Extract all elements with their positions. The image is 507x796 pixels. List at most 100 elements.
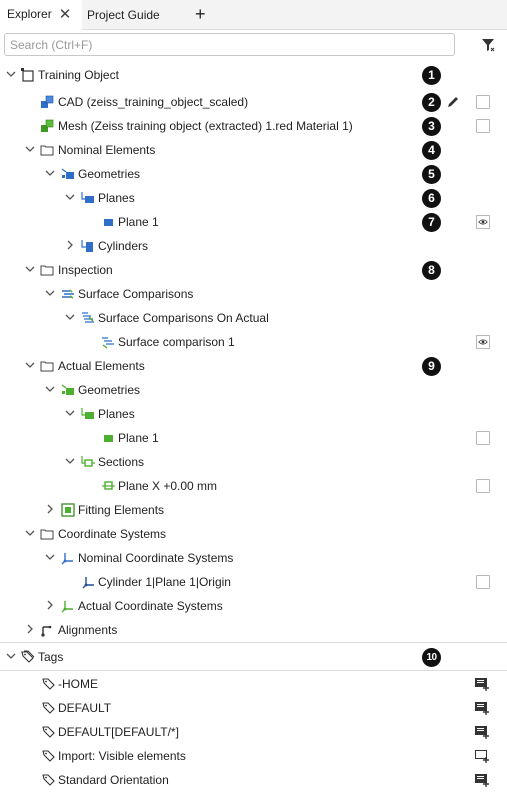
- tree-row-actual-elements[interactable]: Actual Elements 9: [0, 354, 507, 378]
- tree-row-actual-coordinate-systems[interactable]: Actual Coordinate Systems: [0, 594, 507, 618]
- tree-row-sections[interactable]: Sections: [0, 450, 507, 474]
- tag-row[interactable]: Standard Orientation: [0, 768, 507, 792]
- tree-label-alignments: Alignments: [58, 623, 118, 637]
- tree-row-actual-planes[interactable]: Planes: [0, 402, 507, 426]
- tag-row[interactable]: -HOME: [0, 672, 507, 696]
- tree-row-actual-plane-1[interactable]: Plane 1: [0, 426, 507, 450]
- chevron-right-icon[interactable]: [25, 624, 35, 634]
- tag-row[interactable]: DEFAULT[DEFAULT/*]: [0, 720, 507, 744]
- plane-icon: [104, 435, 113, 442]
- tree-label-nominal-geometries: Geometries: [78, 167, 141, 181]
- tree-label-sections: Sections: [98, 455, 145, 469]
- visibility-checkbox[interactable]: [476, 479, 490, 493]
- tab-project-guide-label: Project Guide: [87, 8, 160, 22]
- tree-row-nominal-plane-1[interactable]: Plane 1 7: [0, 210, 507, 234]
- tree-label-nominal-plane-1: Plane 1: [118, 215, 159, 229]
- tab-explorer[interactable]: Explorer ✕: [0, 0, 82, 30]
- tree-label-training-object: Training Object: [38, 68, 119, 82]
- section-icon: [102, 481, 115, 490]
- tab-project-guide[interactable]: Project Guide: [87, 0, 177, 30]
- tag-icon: [42, 726, 55, 738]
- filter-icon[interactable]: [481, 38, 495, 52]
- plane-icon: [104, 219, 113, 226]
- tree-row-mesh[interactable]: Mesh (Zeiss training object (extracted) …: [0, 114, 507, 138]
- surface-comparison-icon: [62, 289, 74, 299]
- alignment-icon: [41, 625, 52, 637]
- tree-row-cylinders[interactable]: Cylinders: [0, 234, 507, 258]
- tree-row-fitting-elements[interactable]: Fitting Elements: [0, 498, 507, 522]
- tag-assigned-icon[interactable]: [474, 701, 490, 715]
- pencil-icon[interactable]: [446, 95, 460, 109]
- chevron-down-icon[interactable]: [45, 288, 55, 298]
- visibility-checkbox[interactable]: [476, 431, 490, 445]
- visibility-checkbox[interactable]: [476, 95, 490, 109]
- tree-row-surface-comparisons-on-actual[interactable]: Surface Comparisons On Actual: [0, 306, 507, 330]
- tag-assigned-icon[interactable]: [474, 773, 490, 787]
- chevron-down-icon[interactable]: [25, 264, 35, 274]
- tree-row-inspection[interactable]: Inspection 8: [0, 258, 507, 282]
- tree-label-actual-coordinate-systems: Actual Coordinate Systems: [78, 599, 223, 613]
- tree-label-mesh: Mesh (Zeiss training object (extracted) …: [58, 119, 353, 133]
- folder-icon: [40, 529, 54, 540]
- tree-label-nominal-coordinate-systems: Nominal Coordinate Systems: [78, 551, 234, 565]
- chevron-down-icon[interactable]: [45, 168, 55, 178]
- tree-label-cylinders: Cylinders: [98, 239, 149, 253]
- tags-header-label: Tags: [38, 650, 64, 664]
- chevron-right-icon[interactable]: [65, 240, 75, 250]
- fitting-elements-icon: [61, 503, 75, 517]
- eye-icon[interactable]: [476, 215, 490, 229]
- tree-row-cylinder-origin[interactable]: Cylinder 1|Plane 1|Origin: [0, 570, 507, 594]
- tree-row-nominal-elements[interactable]: Nominal Elements 4: [0, 138, 507, 162]
- chevron-down-icon[interactable]: [25, 528, 35, 538]
- tags-header-row[interactable]: Tags 10: [0, 645, 507, 669]
- visibility-checkbox[interactable]: [476, 575, 490, 589]
- chevron-down-icon[interactable]: [65, 408, 75, 418]
- tags-divider: [0, 670, 507, 671]
- tree-row-surface-comparison-1[interactable]: Surface comparison 1: [0, 330, 507, 354]
- tab-explorer-label: Explorer: [7, 7, 52, 21]
- tree-label-actual-geometries: Geometries: [78, 383, 141, 397]
- chevron-down-icon[interactable]: [65, 192, 75, 202]
- chevron-right-icon[interactable]: [45, 600, 55, 610]
- chevron-down-icon[interactable]: [25, 360, 35, 370]
- surface-comparison-icon: [82, 312, 94, 323]
- chevron-right-icon[interactable]: [45, 504, 55, 514]
- tag-icon: [42, 702, 55, 714]
- tree-row-plane-x[interactable]: Plane X +0.00 mm: [0, 474, 507, 498]
- chevron-down-icon[interactable]: [6, 69, 16, 79]
- tree-label-inspection: Inspection: [58, 263, 113, 277]
- tag-assigned-icon[interactable]: [474, 725, 490, 739]
- tree-root-row[interactable]: Training Object 1: [0, 63, 507, 87]
- tag-assigned-icon[interactable]: [474, 677, 490, 691]
- geometries-icon: [61, 168, 74, 179]
- chevron-down-icon[interactable]: [45, 384, 55, 394]
- tree-row-surface-comparisons[interactable]: Surface Comparisons: [0, 282, 507, 306]
- tag-add-icon[interactable]: [474, 749, 490, 763]
- tree-row-alignments[interactable]: Alignments: [0, 618, 507, 642]
- sections-icon: [81, 456, 95, 467]
- tree-label-cad: CAD (zeiss_training_object_scaled): [58, 95, 249, 109]
- tree-row-nominal-coordinate-systems[interactable]: Nominal Coordinate Systems: [0, 546, 507, 570]
- search-input[interactable]: Search (Ctrl+F): [4, 33, 455, 56]
- chevron-down-icon[interactable]: [65, 312, 75, 322]
- close-icon[interactable]: ✕: [59, 7, 72, 22]
- tree-label-actual-planes: Planes: [98, 407, 135, 421]
- chevron-down-icon[interactable]: [6, 651, 16, 661]
- callout-badge-4: 4: [422, 141, 441, 160]
- eye-icon[interactable]: [476, 335, 490, 349]
- tag-row[interactable]: DEFAULT: [0, 696, 507, 720]
- visibility-checkbox[interactable]: [476, 119, 490, 133]
- chevron-down-icon[interactable]: [25, 144, 35, 154]
- callout-badge-6: 6: [422, 189, 441, 208]
- tag-row[interactable]: Import: Visible elements: [0, 744, 507, 768]
- chevron-down-icon[interactable]: [45, 552, 55, 562]
- tree-row-nominal-geometries[interactable]: Geometries 5: [0, 162, 507, 186]
- tree-row-actual-geometries[interactable]: Geometries: [0, 378, 507, 402]
- chevron-down-icon[interactable]: [65, 456, 75, 466]
- tree-row-nominal-planes[interactable]: Planes 6: [0, 186, 507, 210]
- tree-row-coordinate-systems[interactable]: Coordinate Systems: [0, 522, 507, 546]
- tree-label-fitting-elements: Fitting Elements: [78, 503, 165, 517]
- coordinate-system-icon: [61, 553, 73, 565]
- tree-row-cad[interactable]: CAD (zeiss_training_object_scaled) 2: [0, 90, 507, 114]
- add-tab-icon[interactable]: +: [195, 4, 206, 25]
